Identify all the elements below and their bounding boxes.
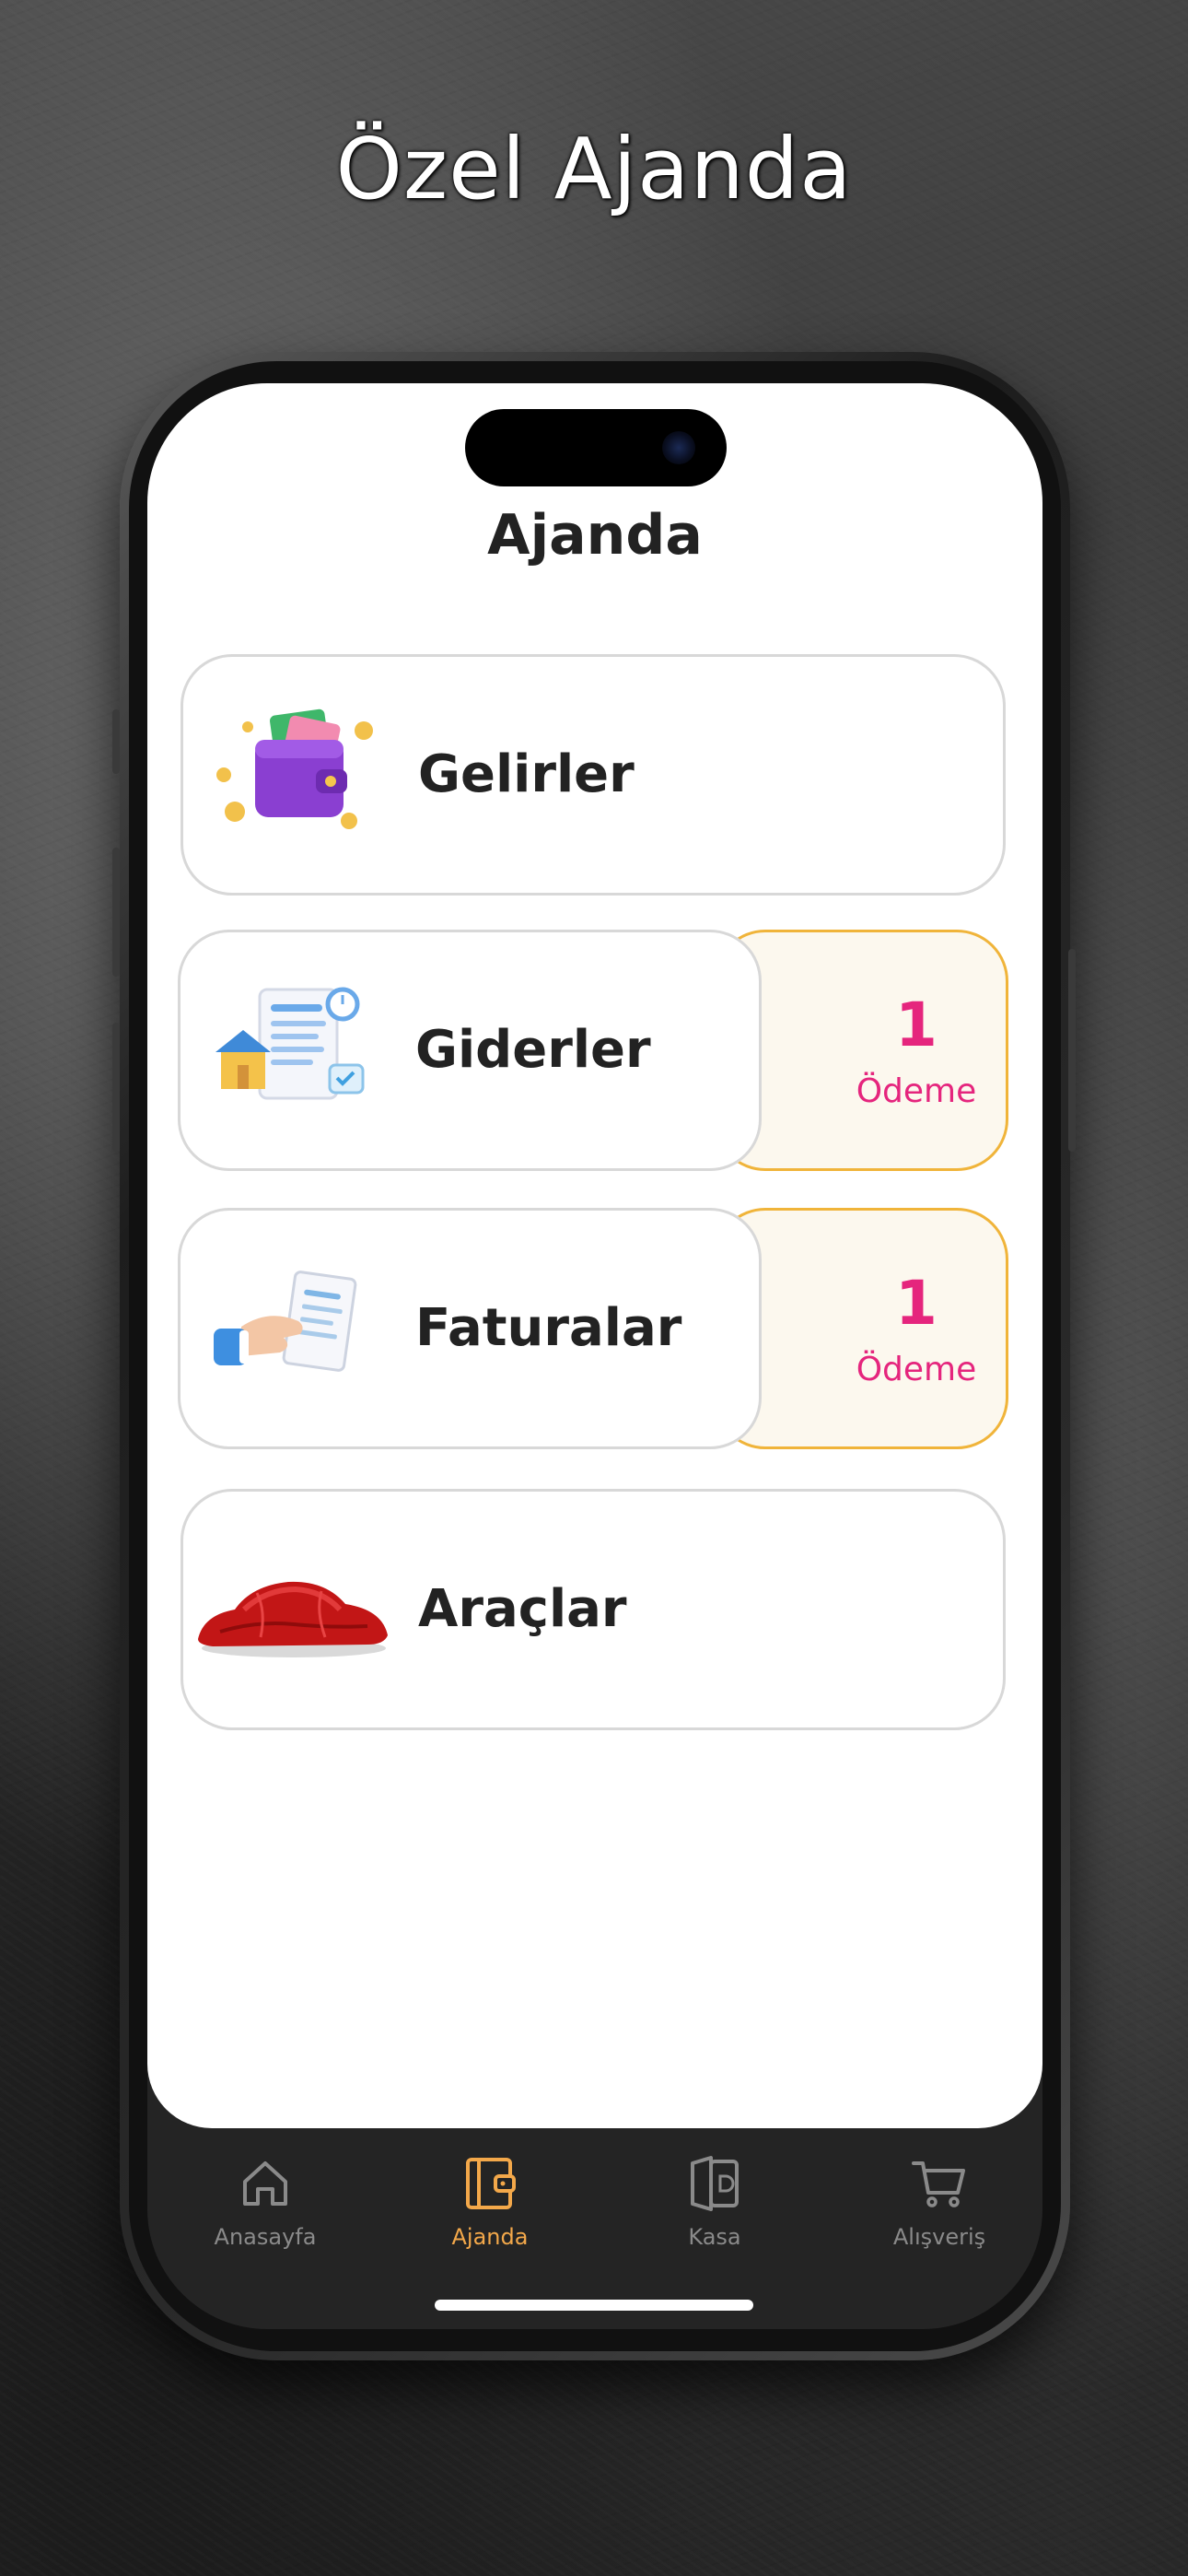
card-label: Gelirler [418,744,635,804]
tab-label: Ajanda [451,2224,529,2250]
tab-anasayfa[interactable]: Anasayfa [182,2154,348,2250]
invoice-hand-icon [204,1255,389,1402]
dynamic-island [465,409,727,486]
home-icon [243,2161,287,2206]
power-button [1068,949,1076,1152]
card-faturalar[interactable]: 1 Ödeme Faturalar [178,1208,1008,1452]
page-title: Ajanda [487,503,703,568]
volume-down-button [112,1023,120,1152]
card-giderler[interactable]: 1 Ödeme Giderler [178,930,1008,1174]
payment-count: 1 [895,1268,938,1339]
content-area: Ajanda Gelirler 1 Ödeme Giderler 1 Ödeme… [147,383,1042,2128]
cart-icon [912,2161,965,2207]
expense-document-icon [204,977,389,1124]
safe-icon [691,2156,739,2211]
payment-unit: Ödeme [856,1351,977,1388]
tab-alisveris[interactable]: Alışveriş [856,2154,1022,2250]
promo-headline: Özel Ajanda [335,120,853,218]
payment-unit: Ödeme [856,1072,977,1110]
covered-car-icon [192,1536,395,1683]
wallet-icon [207,701,391,849]
tab-label: Anasayfa [214,2224,317,2250]
card-label: Faturalar [415,1298,682,1358]
tab-kasa[interactable]: Kasa [632,2154,798,2250]
wallet-book-icon [466,2158,516,2209]
card-label: Giderler [415,1020,651,1080]
tab-ajanda[interactable]: Ajanda [407,2154,573,2250]
tab-label: Alışveriş [892,2224,986,2250]
card-label: Araçlar [418,1579,627,1639]
card-araclar[interactable]: Araçlar [181,1489,1006,1730]
tab-label: Kasa [688,2224,741,2250]
card-gelirler[interactable]: Gelirler [181,654,1006,896]
action-button [112,709,120,774]
phone-screen: Ajanda Gelirler 1 Ödeme Giderler 1 Ödeme… [147,383,1042,2329]
payment-count: 1 [895,989,938,1060]
volume-up-button [112,848,120,977]
home-indicator[interactable] [435,2300,753,2311]
camera-icon [662,431,695,464]
